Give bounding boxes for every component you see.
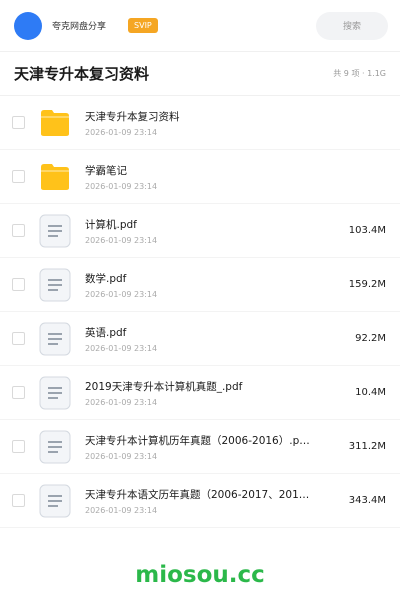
file-row[interactable]: 天津专升本复习资料 2026-01-09 23:14 <box>0 96 400 150</box>
svip-badge: SVIP <box>128 18 158 33</box>
file-type-icon <box>39 214 71 248</box>
file-type-icon <box>39 322 71 356</box>
file-info: 2019天津专升本计算机真题_.pdf 2026-01-09 23:14 <box>85 379 334 407</box>
file-date: 2026-01-09 23:14 <box>85 397 158 407</box>
search-input[interactable]: 搜索 <box>316 11 388 40</box>
file-name: 天津专升本语文历年真题（2006-2017、201… <box>85 488 310 501</box>
document-icon <box>39 376 71 409</box>
file-row[interactable]: 数学.pdf 2026-01-09 23:14 159.2M <box>0 258 400 312</box>
file-size: 10.4M <box>355 387 386 398</box>
file-info: 天津专升本复习资料 2026-01-09 23:14 <box>85 109 334 137</box>
document-icon <box>39 430 71 463</box>
folder-title-bar: 天津专升本复习资料 共 9 项 · 1.1G <box>0 52 400 96</box>
file-date: 2026-01-09 23:14 <box>85 181 158 191</box>
user-name: 夸克网盘分享 <box>52 22 107 32</box>
watermark-text: miosou.cc <box>135 562 265 588</box>
file-info: 学霸笔记 2026-01-09 23:14 <box>85 163 334 191</box>
file-name: 天津专升本计算机历年真题（2006-2016）.p… <box>85 434 310 447</box>
file-date: 2026-01-09 23:14 <box>85 289 158 299</box>
folder-icon <box>41 163 69 190</box>
select-checkbox[interactable] <box>12 440 25 453</box>
select-checkbox[interactable] <box>12 494 25 507</box>
document-icon <box>39 214 71 247</box>
file-size: 311.2M <box>348 441 386 452</box>
select-checkbox[interactable] <box>12 332 25 345</box>
file-type-icon <box>39 106 71 140</box>
file-info: 数学.pdf 2026-01-09 23:14 <box>85 271 334 299</box>
file-info: 天津专升本计算机历年真题（2006-2016）.p… 2026-01-09 23:… <box>85 433 334 461</box>
file-row[interactable]: 天津专升本语文历年真题（2006-2017、201… 2026-01-09 23:… <box>0 474 400 528</box>
file-size: 92.2M <box>355 333 386 344</box>
file-info: 计算机.pdf 2026-01-09 23:14 <box>85 217 334 245</box>
select-checkbox[interactable] <box>12 224 25 237</box>
folder-summary: 共 9 项 · 1.1G <box>333 69 386 78</box>
file-info: 英语.pdf 2026-01-09 23:14 <box>85 325 334 353</box>
select-checkbox[interactable] <box>12 278 25 291</box>
file-date: 2026-01-09 23:14 <box>85 343 158 353</box>
page-title: 天津专升本复习资料 <box>14 65 150 83</box>
file-row[interactable]: 天津专升本计算机历年真题（2006-2016）.p… 2026-01-09 23:… <box>0 420 400 474</box>
file-date: 2026-01-09 23:14 <box>85 127 158 137</box>
file-type-icon <box>39 376 71 410</box>
file-name: 学霸笔记 <box>85 164 127 177</box>
search-placeholder: 搜索 <box>342 22 361 32</box>
folder-icon <box>41 109 69 136</box>
file-date: 2026-01-09 23:14 <box>85 451 158 461</box>
file-size: 159.2M <box>348 279 386 290</box>
document-icon <box>39 268 71 301</box>
file-list: 天津专升本复习资料 2026-01-09 23:14 学霸笔记 2026-01-09 … <box>0 96 400 528</box>
file-date: 2026-01-09 23:14 <box>85 235 158 245</box>
file-name: 天津专升本复习资料 <box>85 110 180 123</box>
file-info: 天津专升本语文历年真题（2006-2017、201… 2026-01-09 23:… <box>85 487 334 515</box>
file-size: 343.4M <box>348 495 386 506</box>
file-type-icon <box>39 430 71 464</box>
file-row[interactable]: 学霸笔记 2026-01-09 23:14 <box>0 150 400 204</box>
document-icon <box>39 322 71 355</box>
file-type-icon <box>39 268 71 302</box>
file-date: 2026-01-09 23:14 <box>85 505 158 515</box>
file-type-icon <box>39 484 71 518</box>
file-size: 103.4M <box>348 225 386 236</box>
document-icon <box>39 484 71 517</box>
file-name: 2019天津专升本计算机真题_.pdf <box>85 380 243 393</box>
file-row[interactable]: 计算机.pdf 2026-01-09 23:14 103.4M <box>0 204 400 258</box>
top-header: 夸克网盘分享 SVIP 搜索 <box>0 0 400 52</box>
avatar[interactable] <box>14 11 42 40</box>
file-row[interactable]: 2019天津专升本计算机真题_.pdf 2026-01-09 23:14 10.4M <box>0 366 400 420</box>
file-type-icon <box>39 160 71 194</box>
select-checkbox[interactable] <box>12 386 25 399</box>
select-checkbox[interactable] <box>12 116 25 129</box>
file-name: 计算机.pdf <box>85 218 137 231</box>
select-checkbox[interactable] <box>12 170 25 183</box>
file-name: 数学.pdf <box>85 272 127 285</box>
file-name: 英语.pdf <box>85 326 127 339</box>
file-row[interactable]: 英语.pdf 2026-01-09 23:14 92.2M <box>0 312 400 366</box>
